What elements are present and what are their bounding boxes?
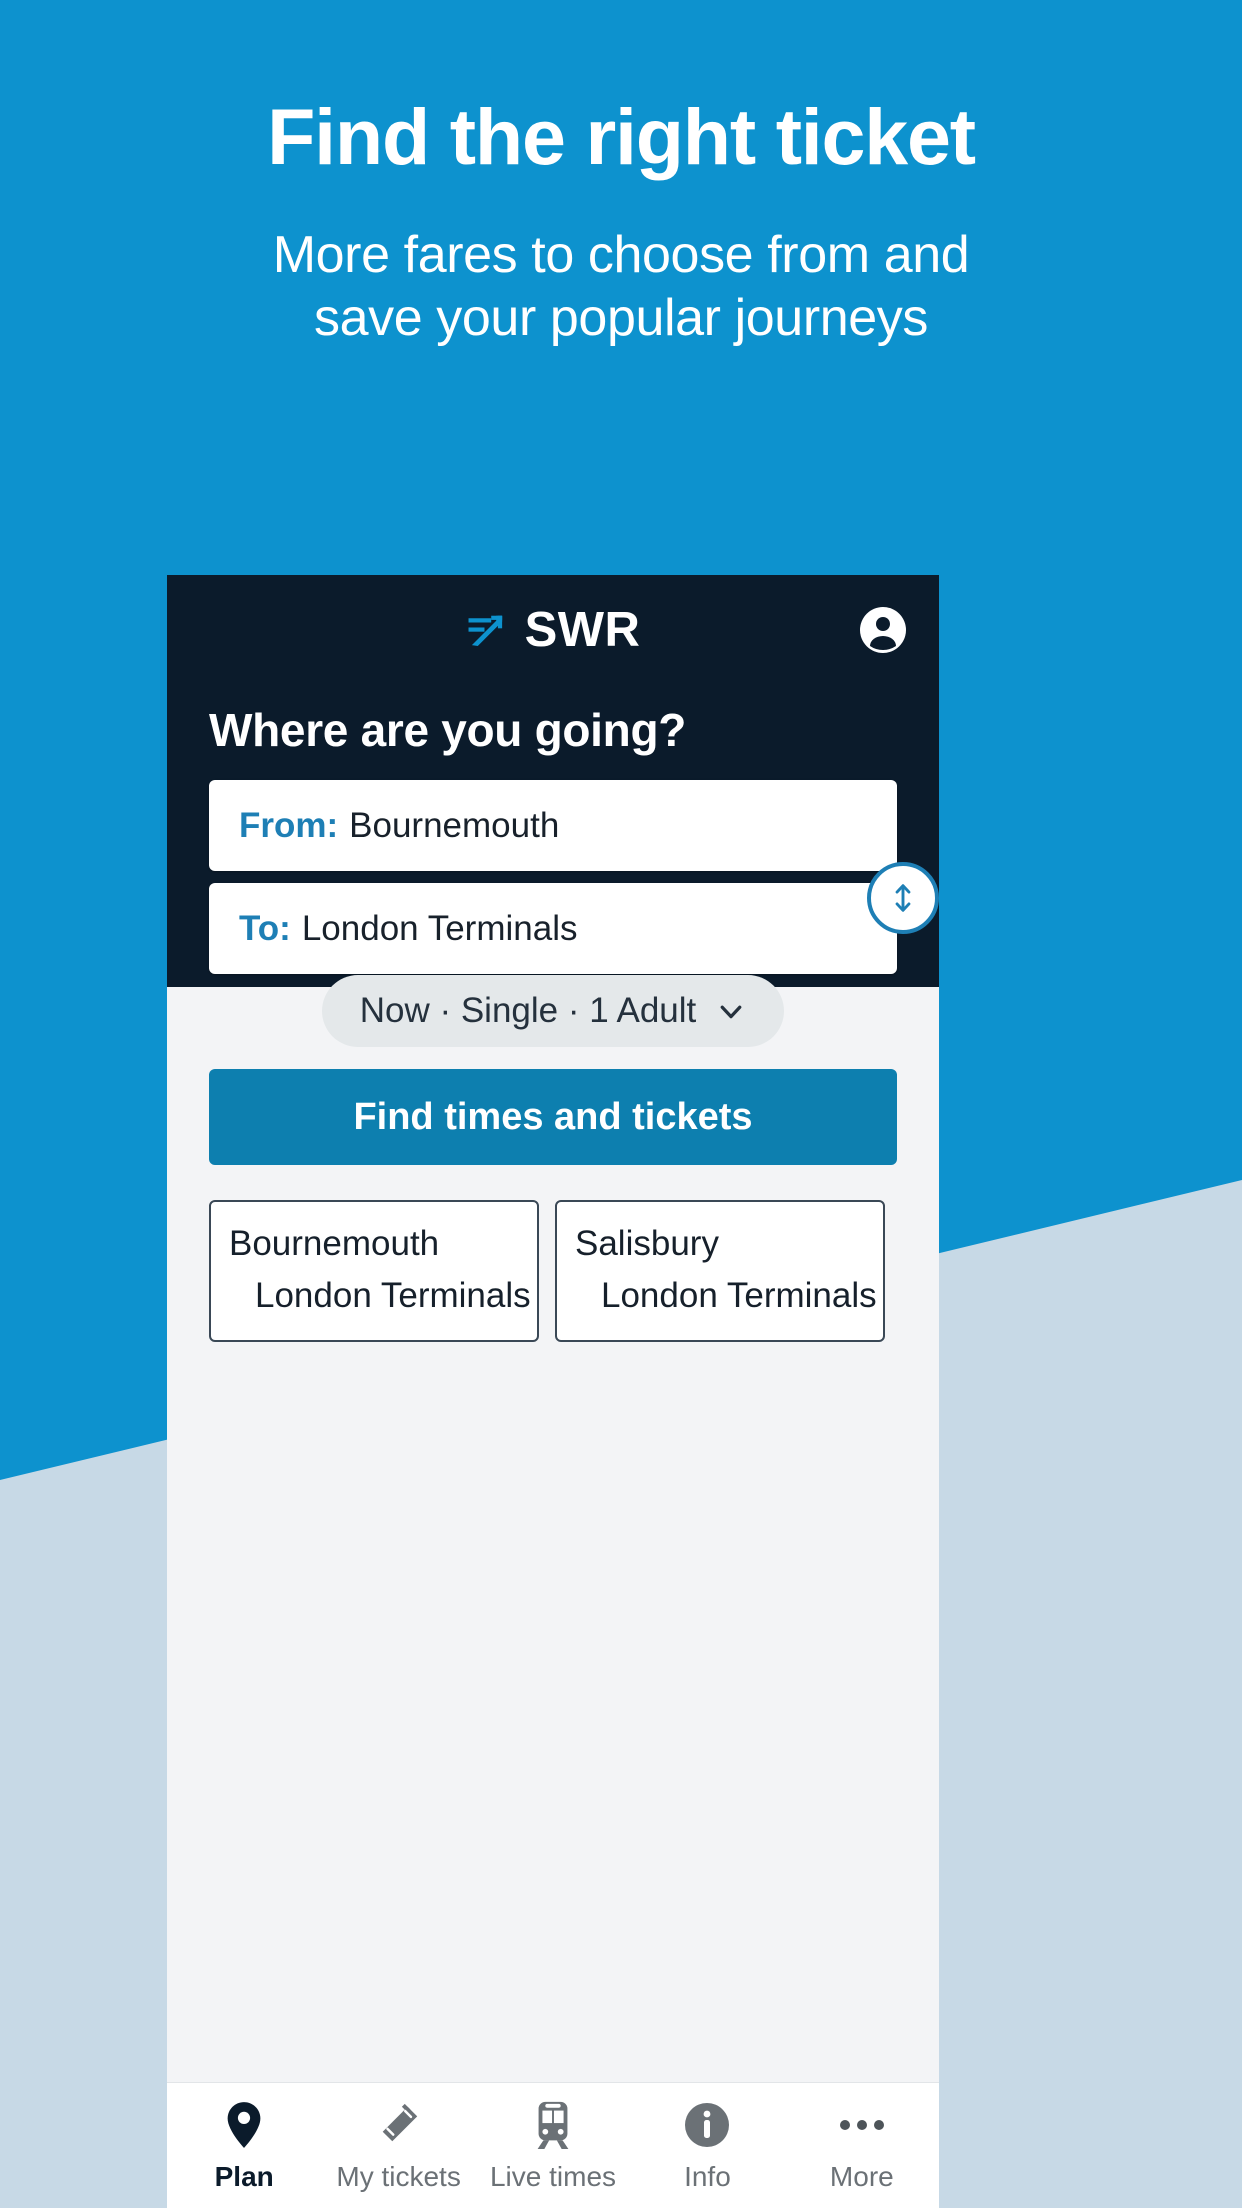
info-circle-icon (683, 2099, 731, 2151)
app-brand: SWR (466, 602, 641, 657)
journey-options-row: Now · Single · 1 Adult (167, 975, 939, 1047)
nav-label: My tickets (336, 2160, 461, 2192)
from-value: Bournemouth (349, 805, 560, 845)
train-icon (533, 2099, 573, 2151)
nav-label: More (829, 2160, 894, 2192)
map-pin-icon (226, 2099, 262, 2151)
swr-arrow-icon (468, 615, 502, 646)
nav-item-live-times[interactable]: Live times (476, 2099, 630, 2193)
journey-destination-row: London Terminals (575, 1276, 877, 1316)
to-label: To: (239, 908, 291, 948)
nav-item-my-tickets[interactable]: My tickets (321, 2099, 475, 2193)
list-item[interactable]: Salisbury London Terminals (555, 1200, 885, 1342)
promo-subtitle: More fares to choose from and save your … (0, 224, 1242, 349)
from-field[interactable]: From: Bournemouth (209, 780, 897, 871)
list-item[interactable]: Bournemouth London Terminals (209, 1200, 539, 1342)
app-screenshot: SWR Where are you going? From: Bournemou… (167, 575, 939, 2208)
ellipsis-icon (838, 2099, 886, 2151)
nav-label: Live times (489, 2160, 617, 2192)
nav-item-more[interactable]: More (785, 2099, 939, 2193)
journey-options-text: Now · Single · 1 Adult (359, 991, 697, 1030)
promo-block: Find the right ticket More fares to choo… (0, 92, 1242, 349)
to-value: London Terminals (301, 908, 578, 948)
journey-destination: London Terminals (601, 1276, 877, 1315)
journey-destination: London Terminals (255, 1276, 531, 1315)
app-top-bar: SWR (167, 575, 939, 685)
nav-item-plan[interactable]: Plan (167, 2099, 321, 2193)
account-circle-icon[interactable] (859, 606, 907, 654)
promo-subtitle-line-2: save your popular journeys (314, 288, 928, 347)
page-title: Find the right ticket (267, 92, 976, 181)
swap-vertical-icon[interactable] (867, 862, 939, 934)
from-label: From: (239, 805, 339, 845)
ticket-icon (376, 2099, 422, 2151)
bottom-navigation-bar: Plan My tickets Live times Info More (167, 2082, 939, 2208)
journey-options-selector[interactable]: Now · Single · 1 Adult (321, 975, 785, 1047)
nav-label: Info (684, 2160, 731, 2192)
journey-search-form: From: Bournemouth To: London Terminals (209, 780, 939, 974)
find-times-and-tickets-button[interactable]: Find times and tickets (209, 1069, 897, 1165)
to-field[interactable]: To: London Terminals (209, 883, 897, 974)
chevron-down-icon (720, 1005, 742, 1019)
promo-subtitle-line-1: More fares to choose from and (272, 226, 970, 285)
brand-name: SWR (524, 602, 641, 657)
journey-origin: Salisbury (575, 1224, 719, 1263)
nav-item-info[interactable]: Info (630, 2099, 784, 2193)
journey-destination-row: London Terminals (229, 1276, 531, 1316)
recent-journeys-list: Bournemouth London Terminals Salisbury L… (209, 1200, 939, 1342)
journey-origin: Bournemouth (229, 1224, 440, 1263)
nav-label: Plan (214, 2160, 274, 2192)
app-heading: Where are you going? (209, 704, 687, 756)
